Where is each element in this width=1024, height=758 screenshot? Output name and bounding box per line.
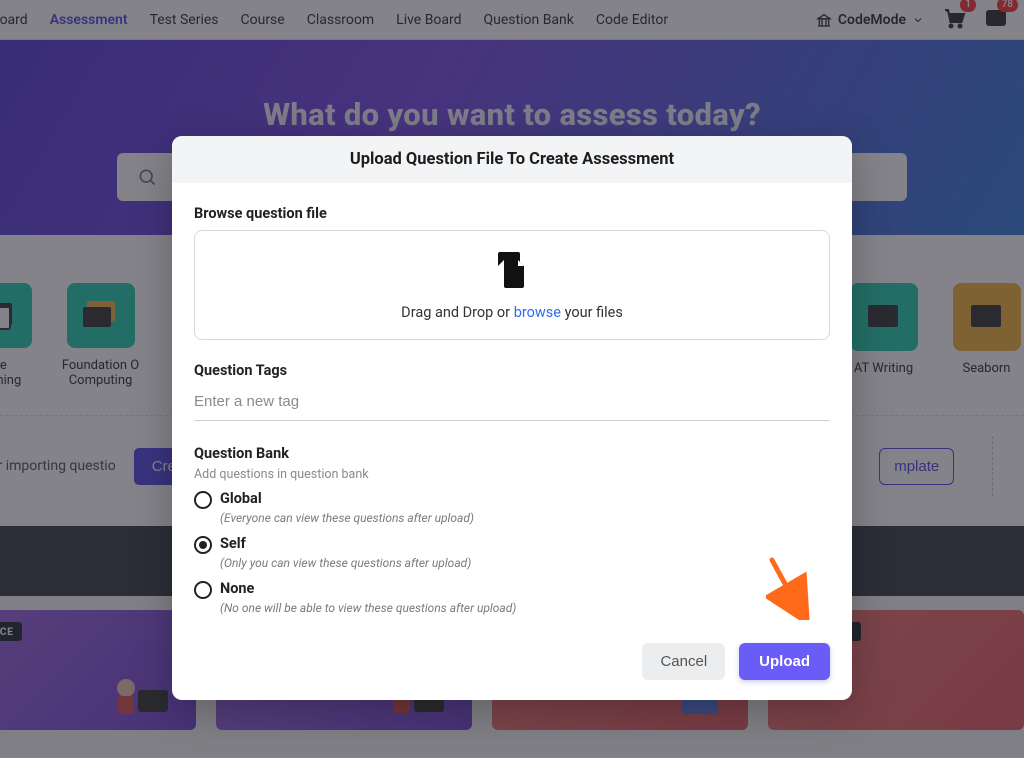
file-dropzone[interactable]: Drag and Drop or browse your files	[194, 230, 830, 340]
upload-button[interactable]: Upload	[739, 643, 830, 680]
modal-footer: Cancel Upload	[172, 629, 852, 700]
dropzone-caption: Drag and Drop or browse your files	[401, 304, 623, 321]
radio-self-hint: (Only you can view these questions after…	[220, 556, 830, 570]
modal-title: Upload Question File To Create Assessmen…	[172, 136, 852, 183]
modal-overlay: Upload Question File To Create Assessmen…	[0, 0, 1024, 758]
radio-label: None	[220, 580, 254, 597]
radio-icon	[194, 536, 212, 554]
question-bank-description: Add questions in question bank	[194, 467, 830, 482]
radio-none-hint: (No one will be able to view these quest…	[220, 601, 830, 615]
radio-none[interactable]: None	[194, 580, 830, 599]
radio-icon	[194, 581, 212, 599]
upload-question-modal: Upload Question File To Create Assessmen…	[172, 136, 852, 700]
browse-file-label: Browse question file	[194, 205, 830, 222]
file-copy-icon	[492, 250, 532, 290]
browse-link[interactable]: browse	[514, 304, 561, 321]
question-tags-input[interactable]	[194, 387, 830, 421]
cancel-button[interactable]: Cancel	[642, 643, 725, 680]
radio-label: Self	[220, 535, 246, 552]
radio-label: Global	[220, 490, 262, 507]
radio-global[interactable]: Global	[194, 490, 830, 509]
question-bank-label: Question Bank	[194, 445, 830, 462]
radio-icon	[194, 491, 212, 509]
question-tags-label: Question Tags	[194, 362, 830, 379]
radio-self[interactable]: Self	[194, 535, 830, 554]
radio-global-hint: (Everyone can view these questions after…	[220, 511, 830, 525]
